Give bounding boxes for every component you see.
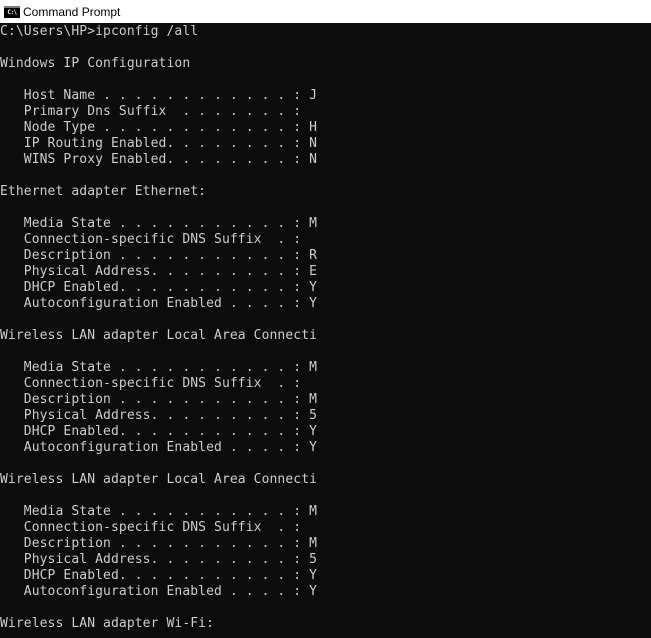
section-header: Windows IP Configuration bbox=[0, 56, 191, 71]
command-line: C:\Users\HP>ipconfig /all bbox=[0, 24, 199, 39]
config-line: Physical Address. . . . . . . . . : 5 bbox=[0, 552, 318, 567]
config-line: Media State . . . . . . . . . . . : M bbox=[0, 360, 318, 375]
window-title: Command Prompt bbox=[23, 4, 121, 19]
console-output[interactable]: C:\Users\HP>ipconfig /all Windows IP Con… bbox=[0, 23, 651, 638]
cmd-icon-glyph: C:\ bbox=[7, 8, 17, 16]
config-line: Connection-specific DNS Suffix . : bbox=[0, 376, 302, 391]
config-line: Media State . . . . . . . . . . . : M bbox=[0, 216, 318, 231]
adapter-title: Ethernet adapter Ethernet: bbox=[0, 184, 207, 199]
config-line: Physical Address. . . . . . . . . : 5 bbox=[0, 408, 318, 423]
cmd-icon: C:\ bbox=[4, 5, 20, 18]
config-line: Autoconfiguration Enabled . . . . : Y bbox=[0, 440, 318, 455]
adapter-title: Wireless LAN adapter Local Area Connecti bbox=[0, 328, 318, 343]
title-bar[interactable]: C:\ Command Prompt bbox=[0, 0, 651, 23]
config-line: Autoconfiguration Enabled . . . . : Y bbox=[0, 584, 318, 599]
config-line: DHCP Enabled. . . . . . . . . . . : Y bbox=[0, 424, 318, 439]
config-line: Description . . . . . . . . . . . : R bbox=[0, 248, 318, 263]
config-line: Description . . . . . . . . . . . : M bbox=[0, 536, 318, 551]
config-line: Media State . . . . . . . . . . . : M bbox=[0, 504, 318, 519]
config-line: DHCP Enabled. . . . . . . . . . . : Y bbox=[0, 568, 318, 583]
config-line: Autoconfiguration Enabled . . . . : Y bbox=[0, 296, 318, 311]
adapter-title: Wireless LAN adapter Wi-Fi: bbox=[0, 616, 215, 631]
adapter-title: Wireless LAN adapter Local Area Connecti bbox=[0, 472, 318, 487]
config-line: Physical Address. . . . . . . . . : E bbox=[0, 264, 318, 279]
command-prompt-window: C:\ Command Prompt C:\Users\HP>ipconfig … bbox=[0, 0, 651, 638]
config-line: IP Routing Enabled. . . . . . . . : N bbox=[0, 136, 318, 151]
config-line: Connection-specific DNS Suffix . : bbox=[0, 520, 302, 535]
config-line: Description . . . . . . . . . . . : M bbox=[0, 392, 318, 407]
config-line: Host Name . . . . . . . . . . . . : J bbox=[0, 88, 318, 103]
config-line: WINS Proxy Enabled. . . . . . . . : N bbox=[0, 152, 318, 167]
config-line: DHCP Enabled. . . . . . . . . . . : Y bbox=[0, 280, 318, 295]
config-line: Node Type . . . . . . . . . . . . : H bbox=[0, 120, 318, 135]
config-line: Primary Dns Suffix . . . . . . . : bbox=[0, 104, 302, 119]
config-line: Connection-specific DNS Suffix . : bbox=[0, 232, 302, 247]
